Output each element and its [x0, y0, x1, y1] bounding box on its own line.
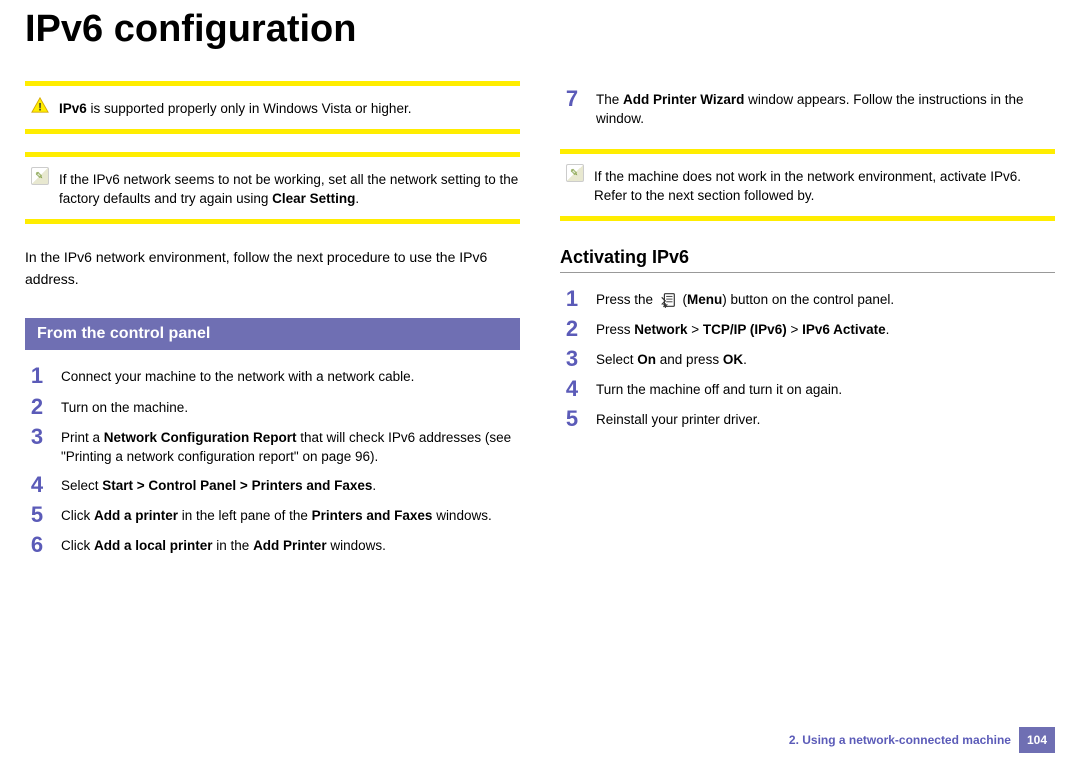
- divider: [560, 216, 1055, 221]
- step-text: Press Network > TCP/IP (IPv6) > IPv6 Act…: [596, 317, 889, 340]
- step-number: 2: [25, 395, 49, 419]
- step-text: Turn on the machine.: [61, 395, 188, 418]
- step-number: 2: [560, 317, 584, 341]
- svg-text:!: !: [38, 101, 42, 113]
- step-number: 6: [25, 533, 49, 557]
- sub-heading: Activating IPv6: [560, 247, 1055, 273]
- step-6: 6 Click Add a local printer in the Add P…: [25, 533, 520, 557]
- note-icon: [31, 167, 49, 185]
- footer-chapter: 2. Using a network-connected machine: [789, 733, 1011, 747]
- page-title: IPv6 configuration: [25, 8, 1055, 51]
- step-text: Turn the machine off and turn it on agai…: [596, 377, 842, 400]
- note-box: If the IPv6 network seems to not be work…: [25, 157, 520, 219]
- step-text: Print a Network Configuration Report tha…: [61, 425, 520, 467]
- note-box: If the machine does not work in the netw…: [560, 154, 1055, 216]
- step-number: 4: [25, 473, 49, 497]
- step-number: 5: [25, 503, 49, 527]
- divider: [25, 219, 520, 224]
- intro-text: In the IPv6 network environment, follow …: [25, 246, 520, 291]
- activate-step-5: 5 Reinstall your printer driver.: [560, 407, 1055, 431]
- activate-step-1: 1 Press the ✱ (Menu) button on the contr…: [560, 287, 1055, 311]
- step-5: 5 Click Add a printer in the left pane o…: [25, 503, 520, 527]
- step-3: 3 Print a Network Configuration Report t…: [25, 425, 520, 467]
- activate-step-2: 2 Press Network > TCP/IP (IPv6) > IPv6 A…: [560, 317, 1055, 341]
- step-text: Reinstall your printer driver.: [596, 407, 760, 430]
- activate-step-3: 3 Select On and press OK.: [560, 347, 1055, 371]
- note-text: If the machine does not work in the netw…: [594, 164, 1055, 206]
- step-number: 4: [560, 377, 584, 401]
- step-2: 2 Turn on the machine.: [25, 395, 520, 419]
- step-text: The Add Printer Wizard window appears. F…: [596, 87, 1055, 129]
- page-footer: 2. Using a network-connected machine 104: [789, 727, 1055, 753]
- warning-icon: !: [31, 96, 49, 114]
- step-text: Select On and press OK.: [596, 347, 747, 370]
- note-icon: [566, 164, 584, 182]
- step-text: Press the ✱ (Menu) button on the control…: [596, 287, 894, 310]
- left-column: ! IPv6 is supported properly only in Win…: [25, 81, 520, 563]
- step-number: 1: [25, 364, 49, 388]
- section-heading: From the control panel: [25, 318, 520, 350]
- step-text: Click Add a local printer in the Add Pri…: [61, 533, 386, 556]
- step-1: 1 Connect your machine to the network wi…: [25, 364, 520, 388]
- step-number: 5: [560, 407, 584, 431]
- step-number: 1: [560, 287, 584, 311]
- right-column: 7 The Add Printer Wizard window appears.…: [560, 81, 1055, 563]
- step-number: 3: [560, 347, 584, 371]
- warning-box: ! IPv6 is supported properly only in Win…: [25, 86, 520, 129]
- step-4: 4 Select Start > Control Panel > Printer…: [25, 473, 520, 497]
- step-text: Select Start > Control Panel > Printers …: [61, 473, 376, 496]
- step-7: 7 The Add Printer Wizard window appears.…: [560, 87, 1055, 129]
- step-number: 7: [560, 87, 584, 111]
- step-text: Click Add a printer in the left pane of …: [61, 503, 492, 526]
- step-text: Connect your machine to the network with…: [61, 364, 414, 387]
- footer-page-number: 104: [1019, 727, 1055, 753]
- menu-icon: ✱: [659, 291, 677, 309]
- step-number: 3: [25, 425, 49, 449]
- svg-text:✱: ✱: [662, 303, 667, 309]
- activate-step-4: 4 Turn the machine off and turn it on ag…: [560, 377, 1055, 401]
